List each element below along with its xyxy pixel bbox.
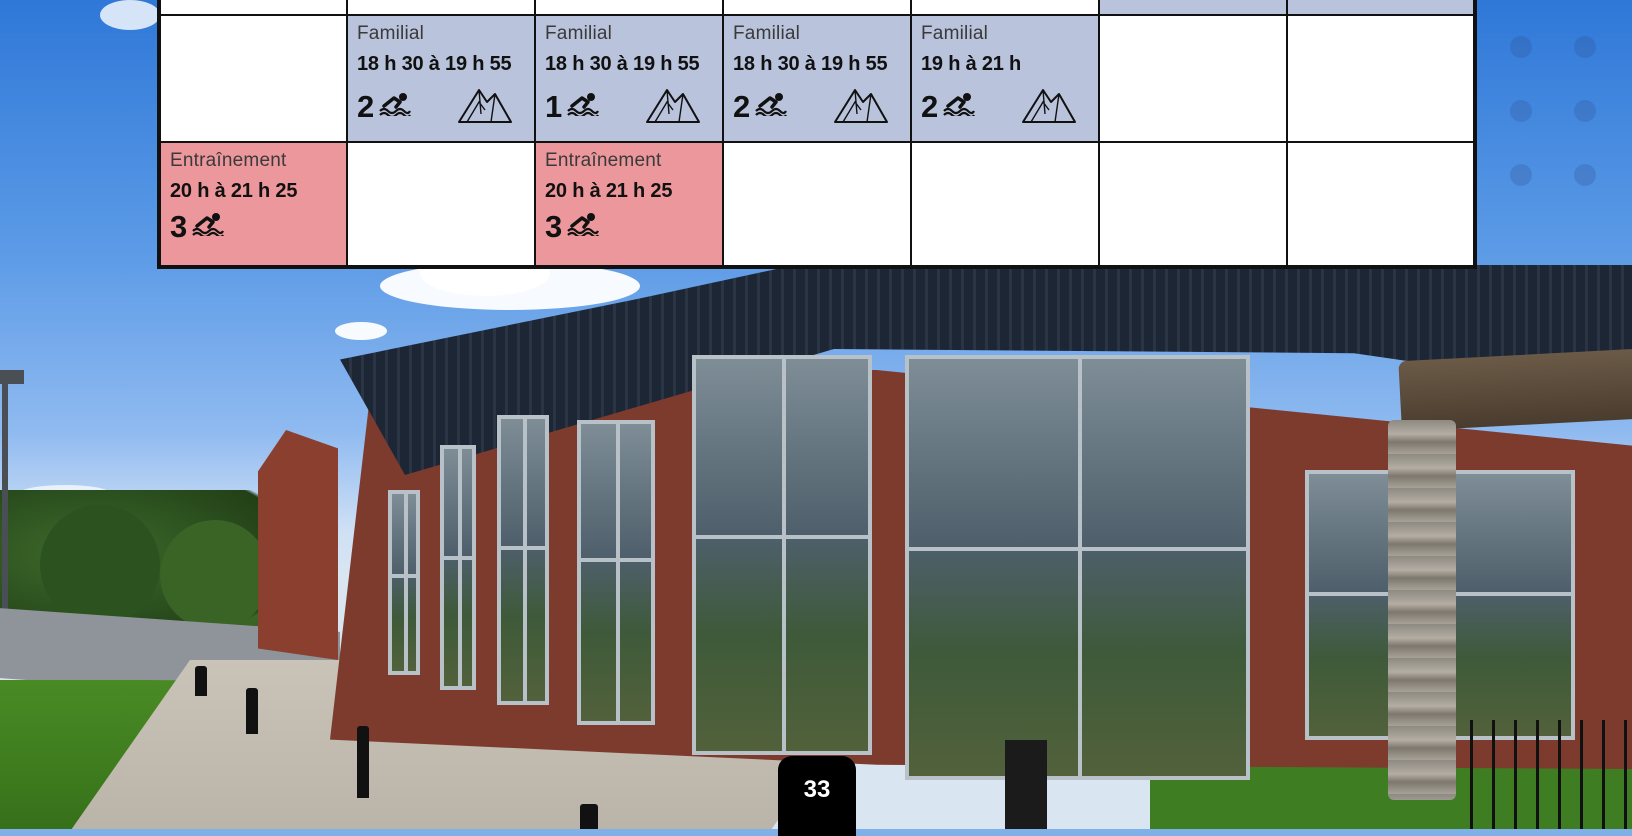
table-cell — [158, 0, 348, 16]
tree — [160, 520, 270, 630]
activity-label: Familial — [921, 23, 989, 44]
table-cell: Familial 18 h 30 à 19 h 55 1 — [534, 14, 724, 143]
lane-count: 3 — [170, 209, 188, 244]
cloud — [100, 0, 160, 30]
table-row: Familial 18 h 30 à 19 h 55 2 Familial 18… — [158, 14, 1476, 143]
brick-wall — [258, 430, 338, 660]
activity-label: Familial — [545, 23, 613, 44]
table-cell — [1286, 0, 1476, 16]
time-range: 19 h à 21 h — [921, 53, 1022, 75]
table-cell: Entraînement 20 h à 21 h 25 3 — [158, 141, 348, 268]
wooden-beam — [1398, 348, 1632, 432]
decor-dot — [1574, 100, 1596, 122]
decor-dot — [1510, 100, 1532, 122]
swimmer-icon — [566, 92, 600, 121]
table-cell — [1098, 141, 1288, 268]
time-range: 18 h 30 à 19 h 55 — [545, 53, 700, 75]
time-range: 20 h à 21 h 25 — [545, 180, 673, 202]
mountain-icon — [1021, 84, 1077, 129]
table-cell: Familial 18 h 30 à 19 h 55 2 — [346, 14, 536, 143]
page-number: 33 — [778, 756, 856, 836]
table-cell: Familial 18 h 30 à 19 h 55 2 — [722, 14, 912, 143]
decor-dot — [1510, 36, 1532, 58]
activity-label: Entraînement — [170, 150, 287, 171]
lane-count: 2 — [921, 89, 939, 124]
time-range: 20 h à 21 h 25 — [170, 180, 298, 202]
window — [692, 355, 872, 755]
table-cell — [158, 14, 348, 143]
time-range: 18 h 30 à 19 h 55 — [357, 53, 512, 75]
mountain-icon — [457, 84, 513, 129]
table-cell — [346, 0, 536, 16]
activity-label: Familial — [733, 23, 801, 44]
light-pole — [2, 375, 8, 625]
time-range: 18 h 30 à 19 h 55 — [733, 53, 888, 75]
lane-count: 2 — [357, 89, 375, 124]
schedule-table: Familial 18 h 30 à 19 h 55 2 Familial 18… — [157, 0, 1477, 269]
table-cell — [1286, 141, 1476, 268]
decor-dot — [1574, 164, 1596, 186]
activity-label: Familial — [357, 23, 425, 44]
window — [388, 490, 420, 675]
table-row — [158, 0, 1476, 16]
table-cell: Familial 19 h à 21 h 2 — [910, 14, 1100, 143]
decor-dot — [1510, 164, 1532, 186]
table-cell — [910, 0, 1100, 16]
lane-count: 3 — [545, 209, 563, 244]
stone-pillar — [1388, 420, 1456, 800]
mountain-icon — [833, 84, 889, 129]
bollard — [195, 666, 207, 696]
table-row: Entraînement 20 h à 21 h 25 3 Entraîneme… — [158, 141, 1476, 268]
decor-dot — [1574, 36, 1596, 58]
window — [577, 420, 655, 725]
table-cell — [910, 141, 1100, 268]
table-cell — [1098, 0, 1288, 16]
window — [497, 415, 549, 705]
mountain-icon — [645, 84, 701, 129]
table-cell — [1286, 14, 1476, 143]
bollard — [246, 688, 258, 734]
table-cell — [534, 0, 724, 16]
window — [905, 355, 1250, 780]
tree — [40, 505, 160, 625]
table-cell — [1098, 14, 1288, 143]
lane-count: 2 — [733, 89, 751, 124]
bollard — [580, 804, 598, 829]
table-cell: Entraînement 20 h à 21 h 25 3 — [534, 141, 724, 268]
black-post — [1005, 740, 1047, 829]
activity-label: Entraînement — [545, 150, 662, 171]
table-cell — [346, 141, 536, 268]
light-pole-head — [0, 370, 24, 384]
table-cell — [722, 141, 912, 268]
swimmer-icon — [566, 212, 600, 241]
railing — [1470, 720, 1632, 829]
lane-count: 1 — [545, 89, 563, 124]
swimmer-icon — [191, 212, 225, 241]
cloud — [335, 322, 387, 340]
window — [440, 445, 476, 690]
swimmer-icon — [754, 92, 788, 121]
swimmer-icon — [378, 92, 412, 121]
swimmer-icon — [942, 92, 976, 121]
table-cell — [722, 0, 912, 16]
bollard — [357, 726, 369, 798]
